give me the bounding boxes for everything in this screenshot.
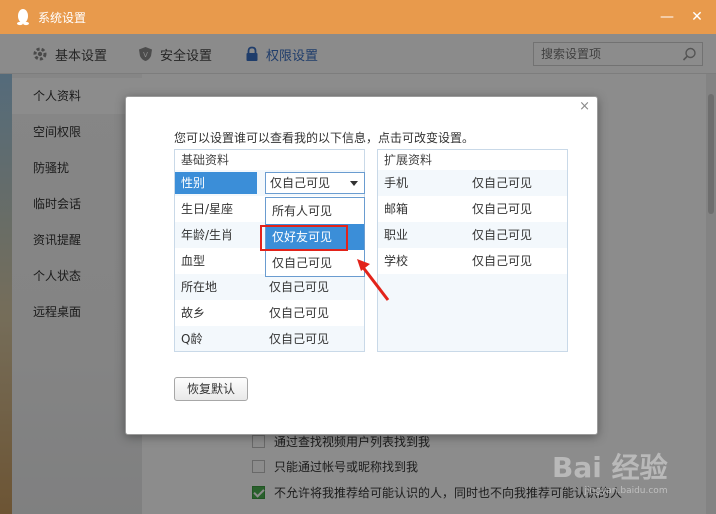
field-name: 生日/星座 (181, 202, 234, 216)
field-value: 仅自己可见 (472, 176, 533, 190)
table-row[interactable]: Q龄 仅自己可见 (175, 326, 364, 352)
restore-default-button[interactable]: 恢复默认 (174, 377, 248, 401)
close-window-button[interactable]: ✕ (686, 6, 708, 28)
caret-down-icon (350, 181, 358, 186)
dialog-intro-text: 您可以设置谁可以查看我的以下信息，点击可改变设置。 (174, 131, 475, 145)
select-value: 仅自己可见 (270, 176, 331, 190)
visibility-select[interactable]: 仅自己可见 (265, 172, 365, 194)
field-name: 故乡 (181, 306, 206, 320)
dropdown-option-everyone[interactable]: 所有人可见 (266, 198, 364, 224)
field-value: 仅自己可见 (269, 280, 330, 294)
table-row[interactable]: 所在地 仅自己可见 (175, 274, 364, 300)
table-row[interactable]: 职业 仅自己可见 (378, 222, 567, 248)
title-bar: 系统设置 — ✕ (0, 0, 716, 34)
extended-info-panel: 扩展资料 手机 仅自己可见 邮箱 仅自己可见 职业 仅自己可见 学校 仅自己可见 (377, 149, 568, 352)
table-row[interactable]: 性别 仅自己可见 (175, 170, 365, 196)
field-value: 仅自己可见 (269, 306, 330, 320)
dialog-close-button[interactable]: × (579, 99, 590, 114)
dropdown-option-self-only[interactable]: 仅自己可见 (266, 250, 364, 276)
annotation-highlight-box (260, 225, 348, 251)
table-row[interactable]: 学校 仅自己可见 (378, 248, 567, 274)
field-name: 邮箱 (384, 202, 409, 216)
field-value: 仅自己可见 (472, 202, 533, 216)
field-name: 所在地 (181, 280, 218, 294)
field-name: 血型 (181, 254, 206, 268)
baidu-watermark: Bai 经验 jingyan.baidu.com (552, 446, 668, 496)
field-name: 年龄/生肖 (181, 228, 234, 242)
field-name: Q龄 (181, 332, 203, 346)
watermark-url: jingyan.baidu.com (584, 486, 668, 496)
panel-header: 基础资料 (175, 150, 364, 170)
field-name: 性别 (175, 172, 257, 194)
panel-header: 扩展资料 (378, 150, 567, 170)
field-value: 仅自己可见 (472, 254, 533, 268)
field-name: 手机 (384, 176, 409, 190)
qq-penguin-icon (17, 9, 29, 26)
field-name: 职业 (384, 228, 409, 242)
table-row[interactable]: 邮箱 仅自己可见 (378, 196, 567, 222)
table-row[interactable]: 手机 仅自己可见 (378, 170, 567, 196)
watermark-brand: Bai 经验 (552, 451, 668, 484)
field-value: 仅自己可见 (269, 332, 330, 346)
field-value: 仅自己可见 (472, 228, 533, 242)
minimize-button[interactable]: — (656, 6, 678, 28)
table-row[interactable]: 故乡 仅自己可见 (175, 300, 364, 326)
annotation-arrow-icon (357, 259, 390, 301)
window-title: 系统设置 (38, 11, 87, 25)
